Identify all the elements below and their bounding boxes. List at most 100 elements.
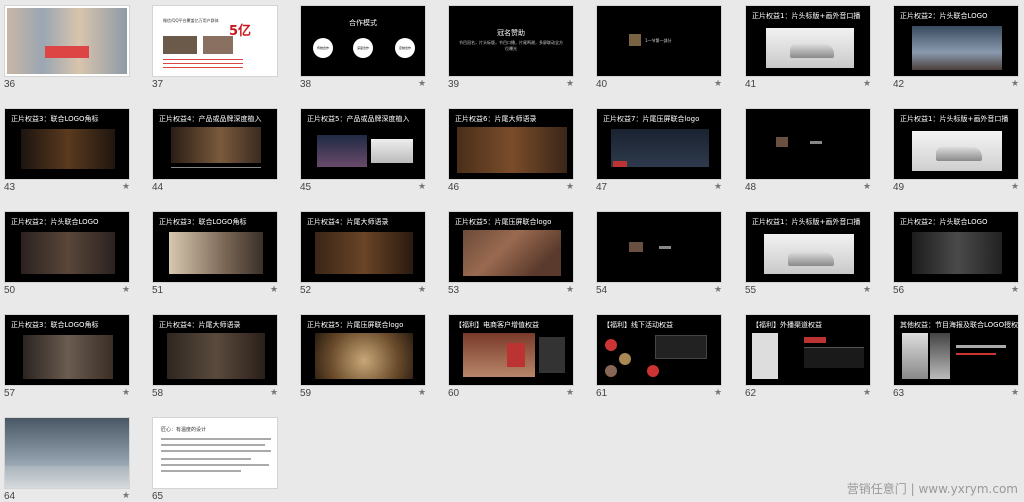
star-icon: ★ (122, 182, 131, 192)
star-icon: ★ (863, 79, 872, 89)
star-icon: ★ (863, 182, 872, 192)
slide-thumb-48[interactable] (745, 108, 871, 180)
slide-thumb-59[interactable]: 正片权益5：片尾压屏联合logo (300, 314, 426, 386)
scene-image (21, 129, 115, 169)
scene-image (912, 232, 1002, 274)
slide-thumb-37[interactable]: 微信/QQ平台覆盖亿万用户群体 5亿 (152, 5, 278, 77)
poster-text (956, 345, 1006, 348)
slide-number: 45 (300, 182, 312, 193)
channel-screenshot (752, 333, 778, 379)
mode-circle: 深度合作 (353, 38, 373, 58)
slide-number: 61 (596, 388, 608, 399)
slide-thumb-58[interactable]: 正片权益4：片尾大师语录 (152, 314, 278, 386)
slide-photo (629, 34, 641, 46)
slide-thumb-60[interactable]: 【福利】电商客户增值权益 (448, 314, 574, 386)
star-icon: ★ (714, 79, 723, 89)
star-icon: ★ (863, 285, 872, 295)
text-lines (161, 470, 241, 472)
city-image (912, 26, 1002, 70)
slide-thumb-36[interactable] (4, 5, 130, 77)
slide-title: 正片权益5：片尾压屏联合logo (307, 321, 404, 329)
text-lines (161, 464, 269, 466)
slide-thumb-50[interactable]: 正片权益2：片头联合LOGO (4, 211, 130, 283)
car-image (788, 252, 834, 266)
slide-title: 正片权益2：片头联合LOGO (900, 12, 988, 20)
slide-thumb-56[interactable]: 正片权益2：片头联合LOGO (893, 211, 1019, 283)
text-lines (161, 438, 271, 440)
star-icon: ★ (122, 491, 131, 501)
logo-badge (613, 161, 627, 167)
slide-number: 58 (152, 388, 164, 399)
slide-number: 46 (448, 182, 460, 193)
slide-number: 60 (448, 388, 460, 399)
slide-thumb-47[interactable]: 正片权益7：片尾压屏联合logo (596, 108, 722, 180)
slide-title: 正片权益6：片尾大师语录 (455, 115, 537, 123)
star-icon: ★ (1011, 79, 1020, 89)
slide-title: 正片权益7：片尾压屏联合logo (603, 115, 700, 123)
star-icon: ★ (270, 285, 279, 295)
star-icon: ★ (714, 388, 723, 398)
slide-thumb-65[interactable]: 匠心：有温度的设计 (152, 417, 278, 489)
slide-thumb-64[interactable] (4, 417, 130, 489)
sea-horizon (5, 466, 129, 488)
slide-number: 57 (4, 388, 16, 399)
slide-title: 【福利】外播渠道权益 (752, 321, 822, 329)
slide-thumb-61[interactable]: 【福利】线下活动权益 (596, 314, 722, 386)
slide-thumb-38[interactable]: 合作模式 传统合作 深度合作 定制合作 (300, 5, 426, 77)
slide-thumb-41[interactable]: 正片权益1：片头标版+画外音口播 (745, 5, 871, 77)
event-photo (605, 365, 617, 377)
slide-thumb-49[interactable]: 正片权益1：片头标版+画外音口播 (893, 108, 1019, 180)
slide-number: 44 (152, 182, 164, 193)
slide-title: 正片权益1：片头标版+画外音口播 (752, 12, 861, 20)
slide-title: 正片权益2：片头联合LOGO (11, 218, 99, 226)
slide-thumb-39[interactable]: 冠名赞助 节目冠名，片头标版，节目口播，片尾鸣谢，多屏联动全方位曝光 (448, 5, 574, 77)
slide-thumb-54[interactable] (596, 211, 722, 283)
slide-thumb-62[interactable]: 【福利】外播渠道权益 (745, 314, 871, 386)
slide-number: 64 (4, 491, 16, 502)
slide-number: 40 (596, 79, 608, 90)
slide-thumb-51[interactable]: 正片权益3：联合LOGO角标 (152, 211, 278, 283)
scene-image (315, 333, 413, 379)
slide-title: 【福利】电商客户增值权益 (455, 321, 539, 329)
star-icon: ★ (1011, 285, 1020, 295)
slide-label: 1一节第一部分 (645, 38, 672, 43)
slide-title: 正片权益4：片尾大师语录 (307, 218, 389, 226)
slide-thumb-40[interactable]: 1一节第一部分 (596, 5, 722, 77)
slide-thumb-43[interactable]: 正片权益3：联合LOGO角标 (4, 108, 130, 180)
slide-thumb-44[interactable]: 正片权益4：产品或品牌深度植入 (152, 108, 278, 180)
slide-body: 节目冠名，片头标版，节目口播，片尾鸣谢，多屏联动全方位曝光 (459, 40, 563, 51)
star-icon: ★ (714, 285, 723, 295)
scene-image (315, 232, 413, 274)
slide-number: 54 (596, 285, 608, 296)
scene-image (457, 127, 567, 173)
channel-banner (804, 337, 826, 343)
mode-circle: 传统合作 (313, 38, 333, 58)
scene-image (21, 232, 115, 274)
slide-thumb-45[interactable]: 正片权益5：产品或品牌深度植入 (300, 108, 426, 180)
poster-image (930, 333, 950, 379)
star-icon: ★ (270, 388, 279, 398)
slide-thumb-46[interactable]: 正片权益6：片尾大师语录 (448, 108, 574, 180)
scene-image (171, 127, 261, 163)
star-icon: ★ (566, 285, 575, 295)
slide-number: 62 (745, 388, 757, 399)
slide-thumb-42[interactable]: 正片权益2：片头联合LOGO (893, 5, 1019, 77)
slide-thumb-53[interactable]: 正片权益5：片尾压屏联合logo (448, 211, 574, 283)
slide-thumb-63[interactable]: 其他权益：节目海报及联合LOGO授权 (893, 314, 1019, 386)
star-icon: ★ (714, 182, 723, 192)
slide-title: 冠名赞助 (497, 29, 525, 37)
star-icon: ★ (863, 388, 872, 398)
star-icon: ★ (566, 388, 575, 398)
slide-number: 39 (448, 79, 460, 90)
event-text-block (655, 335, 707, 359)
text-lines (161, 458, 251, 460)
slide-thumb-55[interactable]: 正片权益1：片头标版+画外音口播 (745, 211, 871, 283)
product-list (539, 337, 565, 373)
slide-thumb-52[interactable]: 正片权益4：片尾大师语录 (300, 211, 426, 283)
product-image (507, 343, 525, 367)
slide-title: 合作模式 (349, 19, 377, 27)
slide-number: 52 (300, 285, 312, 296)
scene-image (23, 335, 113, 379)
slide-thumb-57[interactable]: 正片权益3：联合LOGO角标 (4, 314, 130, 386)
slide-number: 43 (4, 182, 16, 193)
